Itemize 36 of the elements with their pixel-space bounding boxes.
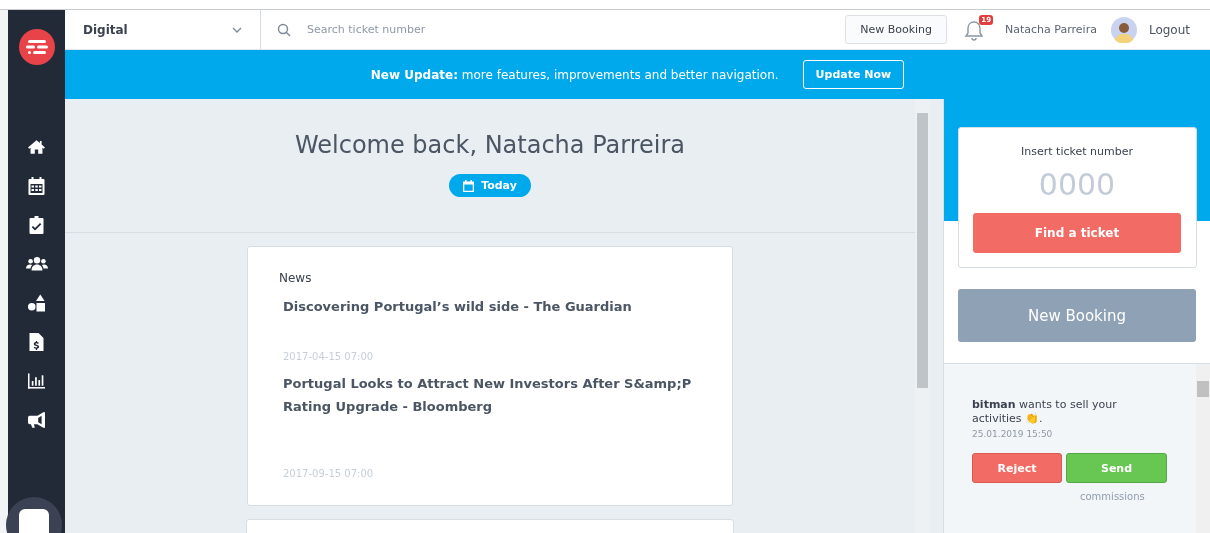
logo-icon[interactable]: [18, 29, 55, 65]
calendar-icon: [463, 179, 475, 192]
news-date: 2017-09-15 07:00: [283, 468, 375, 479]
users-icon[interactable]: [25, 255, 48, 273]
reject-button[interactable]: Reject: [972, 453, 1062, 483]
news-heading: News: [279, 271, 313, 285]
update-message: New Update: more features, improvements and better navigation.: [370, 67, 779, 82]
scrollbar[interactable]: [915, 99, 930, 533]
user-name: Natacha Parreira: [1005, 23, 1097, 36]
calendar-icon[interactable]: [28, 177, 45, 195]
update-now-button[interactable]: Update Now: [802, 60, 905, 89]
today-button[interactable]: Today: [449, 174, 531, 197]
news-title-link[interactable]: Portugal Looks to Attract New Investors After S&amp;P Rating Upgrade - Bloomberg: [283, 372, 702, 418]
find-ticket-button[interactable]: Find a ticket: [973, 213, 1181, 253]
chevron-down-icon: [232, 26, 242, 33]
clipboard-check-icon[interactable]: [28, 216, 45, 234]
welcome-title: Welcome back, Natacha Parreira: [294, 131, 686, 159]
bar-chart-icon[interactable]: [28, 372, 45, 390]
tooltip-text: commissions: [1080, 491, 1146, 502]
notification-message: bitman wants to sell your activities 👏.: [972, 398, 1118, 426]
notification-time: 25.01.2019 15:50: [972, 429, 1054, 439]
new-booking-button[interactable]: New Booking: [845, 15, 948, 44]
news-date: 2017-04-15 07:00: [283, 351, 375, 362]
news-title-link[interactable]: Discovering Portugal’s wild side - The Guardian: [283, 295, 702, 318]
logout-link[interactable]: Logout: [1148, 22, 1190, 37]
home-icon[interactable]: [28, 138, 45, 156]
shapes-icon[interactable]: [28, 294, 45, 312]
avatar-icon[interactable]: [1110, 16, 1137, 43]
send-button[interactable]: Send: [1066, 453, 1167, 483]
megaphone-icon[interactable]: [28, 411, 45, 429]
new-booking-button[interactable]: New Booking: [958, 289, 1196, 342]
search-icon: [277, 22, 291, 37]
ticket-label: Insert ticket number: [1021, 145, 1133, 158]
scrollbar[interactable]: [1196, 364, 1210, 533]
category-dropdown[interactable]: Digital: [65, 10, 261, 49]
invoice-icon[interactable]: [28, 333, 45, 351]
